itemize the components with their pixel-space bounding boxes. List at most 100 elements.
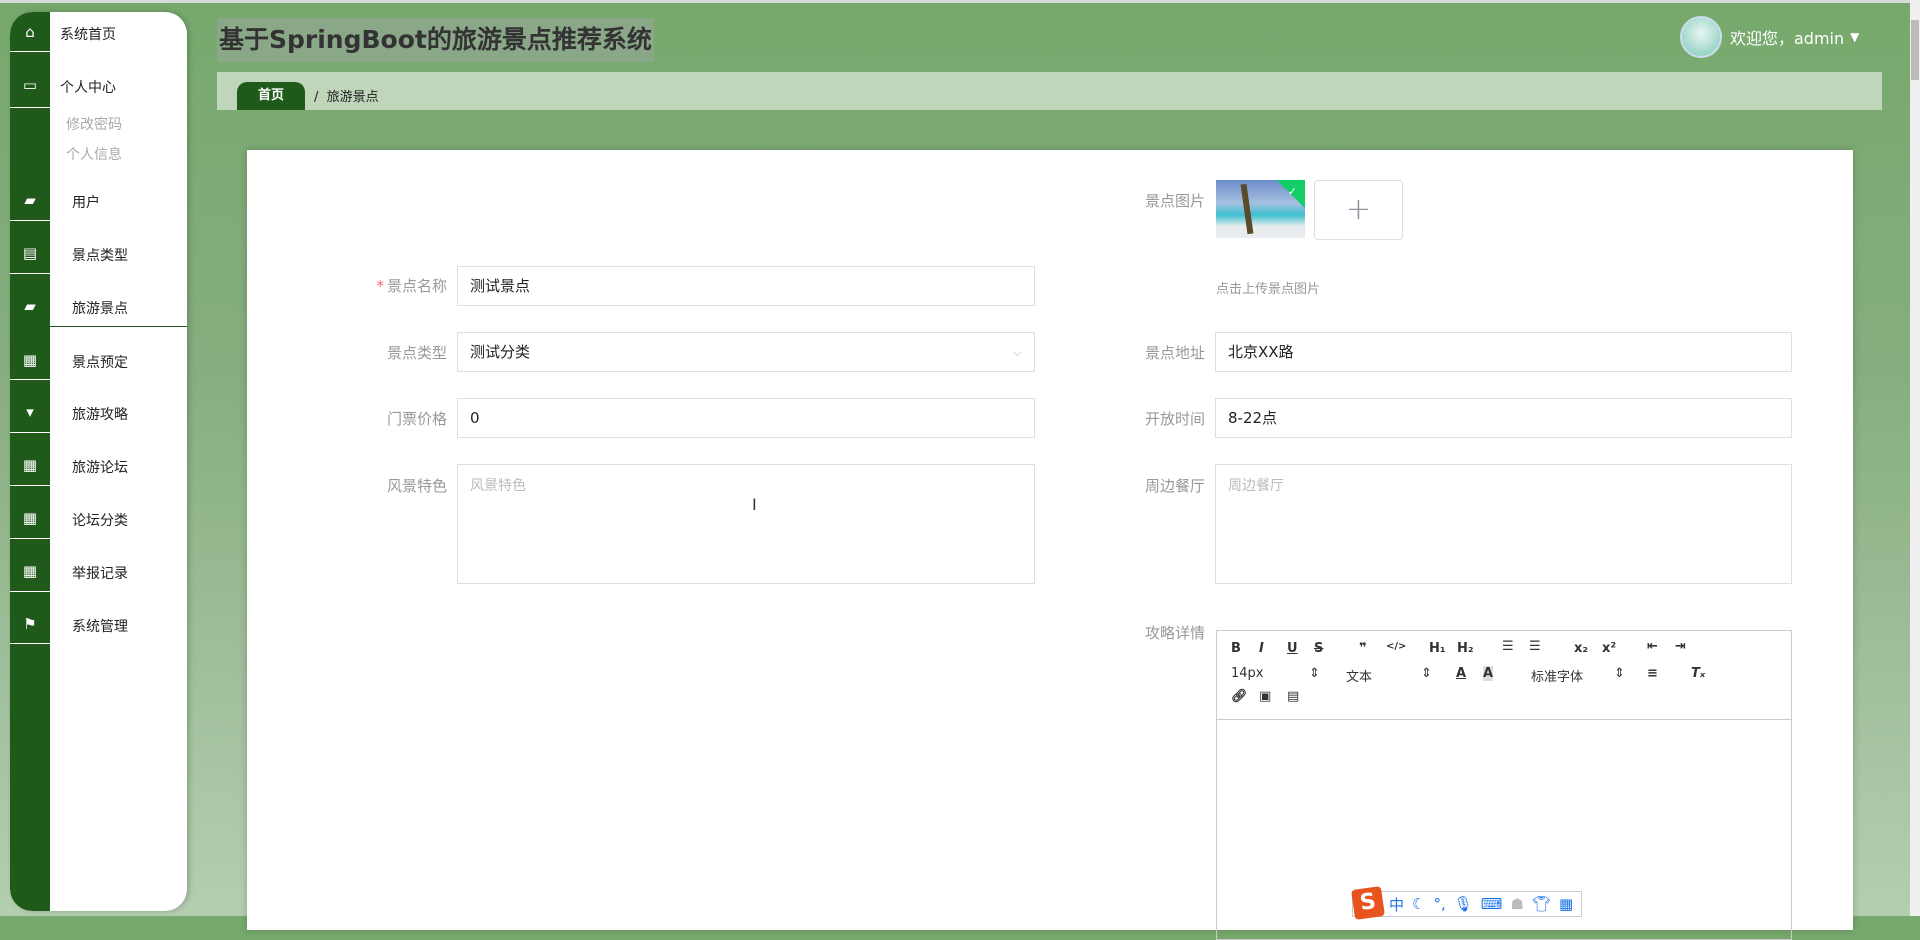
keyboard-icon[interactable]: ⌨	[1481, 895, 1503, 913]
clear-format-icon[interactable]: Tₓ	[1691, 666, 1705, 681]
divider	[10, 51, 50, 52]
sidebar-item-forum-category[interactable]: ▦ 论坛分类	[10, 508, 187, 529]
sidebar-item-system[interactable]: ⚑ 系统管理	[10, 614, 187, 635]
code-block-icon[interactable]: </>	[1386, 641, 1406, 652]
price-input[interactable]: 0	[457, 398, 1035, 438]
sidebar-item-booking[interactable]: ▦ 景点预定	[10, 350, 187, 371]
address-input[interactable]: 北京XX路	[1215, 332, 1792, 372]
divider	[10, 379, 50, 380]
sidebar-item-reports[interactable]: ▦ 举报记录	[10, 561, 187, 582]
image-icon[interactable]: ▣	[1259, 689, 1271, 704]
divider	[10, 107, 50, 108]
moon-icon[interactable]: ☾	[1412, 895, 1425, 913]
blockquote-icon[interactable]: ❞	[1359, 641, 1367, 656]
type-label: 景点类型	[386, 344, 447, 362]
apps-icon[interactable]: ▦	[1559, 895, 1573, 913]
h1-icon[interactable]: H₁	[1429, 641, 1446, 656]
welcome-text: 欢迎您，admin	[1730, 29, 1845, 48]
name-label: * 景点名称	[376, 277, 447, 295]
sidebar-sub-info[interactable]: 个人信息	[66, 144, 122, 164]
upload-button[interactable]: +	[1314, 180, 1403, 240]
caret-down-icon: ▼	[1850, 30, 1860, 44]
wallet-icon: ▭	[22, 76, 38, 94]
grid-icon: ▦	[22, 509, 38, 527]
food-textarea[interactable]: 周边餐厅	[1215, 464, 1792, 584]
sidebar-item-users[interactable]: ▰ 用户	[10, 190, 187, 211]
punctuation-icon[interactable]: °,	[1433, 895, 1445, 913]
italic-icon[interactable]: I	[1259, 641, 1264, 656]
uploaded-image-thumbnail[interactable]: ✓	[1216, 180, 1305, 238]
rich-text-editor: B I U S ❞ </> H₁ H₂ ☰ ☰ x₂ x² ⇤ ⇥ 14px ⇕…	[1216, 630, 1792, 940]
grid-icon: ▦	[22, 456, 38, 474]
sidebar-item-forum[interactable]: ▦ 旅游论坛	[10, 455, 187, 476]
subscript-icon[interactable]: x₂	[1574, 641, 1588, 656]
page-scrollbar[interactable]	[1910, 0, 1920, 916]
divider	[10, 591, 50, 592]
price-label: 门票价格	[386, 410, 447, 428]
sidebar-item-home[interactable]: ⌂ 系统首页	[10, 22, 187, 43]
indent-icon[interactable]: ⇥	[1675, 639, 1686, 654]
upload-hint: 点击上传景点图片	[1216, 282, 1321, 297]
chevron-down-icon: ⌵	[1012, 345, 1022, 359]
scenery-label: 风景特色	[386, 477, 447, 495]
editor-toolbar: B I U S ❞ </> H₁ H₂ ☰ ☰ x₂ x² ⇤ ⇥ 14px ⇕…	[1217, 631, 1791, 720]
mic-icon[interactable]: 🎙︎	[1454, 895, 1473, 913]
font-color-icon[interactable]: A	[1456, 666, 1466, 681]
user-icon[interactable]: ☗	[1510, 895, 1523, 913]
divider	[10, 432, 50, 433]
image-label: 景点图片	[1144, 192, 1205, 210]
font-family-select[interactable]: 标准字体	[1531, 666, 1583, 685]
sidebar: ⌂ 系统首页 ▭ 个人中心 修改密码 个人信息 ▰ 用户 ▤ 景点类型 ▰ 旅游景点 ▦ 景…	[10, 12, 187, 911]
clipboard-icon: ▤	[22, 244, 38, 262]
sidebar-item-types[interactable]: ▤ 景点类型	[10, 243, 187, 264]
ime-mode[interactable]: 中	[1389, 894, 1404, 915]
top-border	[0, 0, 1920, 3]
active-divider	[10, 326, 187, 327]
breadcrumb: 首页 / 旅游景点	[217, 72, 1882, 110]
address-label: 景点地址	[1144, 344, 1205, 362]
detail-label: 攻略详情	[1144, 624, 1205, 642]
divider	[10, 220, 50, 221]
flag-icon: ⚑	[23, 615, 37, 633]
grid-icon: ▦	[22, 351, 38, 369]
video-icon[interactable]: ▤	[1287, 689, 1299, 704]
sogou-logo: S	[1351, 886, 1385, 920]
grid-icon: ▦	[22, 562, 38, 580]
background-color-icon[interactable]: A	[1483, 666, 1494, 681]
chevron-updown-icon: ⇕	[1421, 666, 1432, 681]
header-select[interactable]: 文本	[1346, 666, 1372, 685]
bold-icon[interactable]: B	[1231, 641, 1241, 656]
food-label: 周边餐厅	[1144, 477, 1205, 495]
underline-icon[interactable]: U	[1287, 641, 1298, 656]
sidebar-item-attractions[interactable]: ▰ 旅游景点	[10, 296, 187, 317]
scrollbar-thumb[interactable]	[1911, 20, 1919, 80]
breadcrumb-home[interactable]: 首页	[237, 82, 305, 110]
hours-label: 开放时间	[1144, 410, 1205, 428]
skin-icon[interactable]: 👕︎	[1532, 895, 1551, 913]
form-card: * 景点名称 测试景点 景点类型 测试分类 ⌵ 门票价格 0 风景特色 风景特色 景…	[247, 150, 1853, 940]
scenery-textarea[interactable]: 风景特色	[457, 464, 1035, 584]
type-select[interactable]: 测试分类 ⌵	[457, 332, 1035, 372]
sidebar-item-guides[interactable]: ▾ 旅游攻略	[10, 402, 187, 423]
page-title: 基于SpringBoot的旅游景点推荐系统	[217, 18, 654, 62]
align-icon[interactable]: ≡	[1647, 666, 1658, 681]
sidebar-item-personal[interactable]: ▭ 个人中心	[10, 75, 187, 96]
divider	[10, 273, 50, 274]
sidebar-sub-password[interactable]: 修改密码	[66, 114, 122, 134]
font-size-select[interactable]: 14px	[1231, 666, 1264, 681]
chevron-updown-icon: ⇕	[1309, 666, 1320, 681]
chevron-updown-icon: ⇕	[1614, 666, 1625, 681]
link-icon[interactable]: 🔗︎	[1231, 689, 1248, 704]
superscript-icon[interactable]: x²	[1602, 641, 1616, 656]
divider	[10, 538, 50, 539]
h2-icon[interactable]: H₂	[1457, 641, 1474, 656]
briefcase-icon: ▰	[24, 191, 36, 209]
outdent-icon[interactable]: ⇤	[1647, 639, 1658, 654]
hours-input[interactable]: 8-22点	[1215, 398, 1792, 438]
divider	[10, 643, 50, 644]
bullet-list-icon[interactable]: ☰	[1529, 639, 1541, 654]
strike-icon[interactable]: S	[1314, 641, 1323, 656]
name-input[interactable]: 测试景点	[457, 266, 1035, 306]
ordered-list-icon[interactable]: ☰	[1502, 639, 1514, 654]
user-menu[interactable]: 欢迎您，admin ▼	[1680, 16, 1859, 58]
